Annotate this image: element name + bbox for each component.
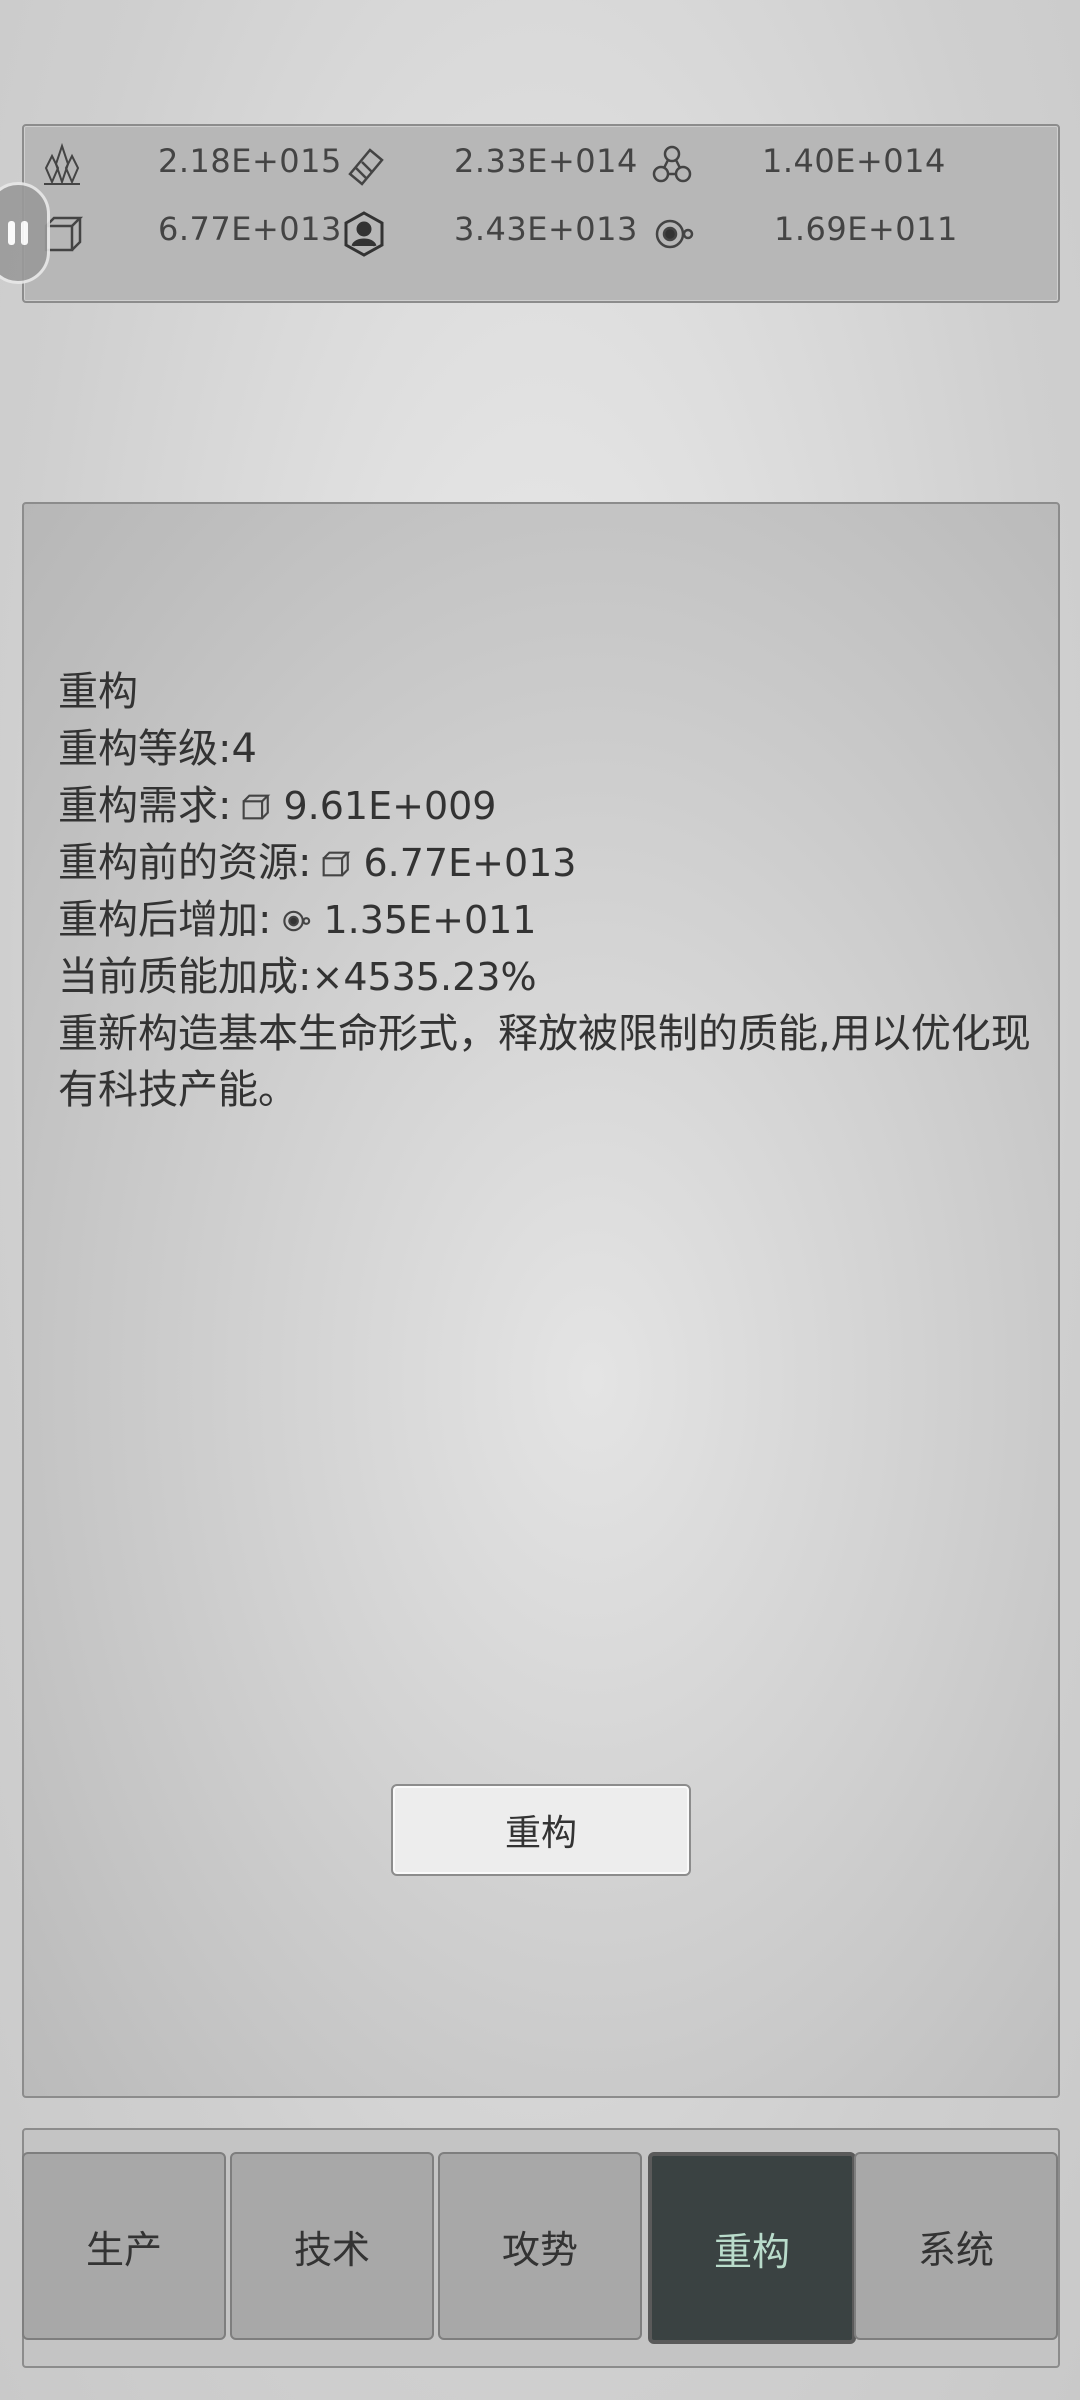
- resource-value: 2.18E+015: [158, 142, 342, 180]
- before-label: 重构前的资源:: [58, 840, 312, 886]
- eye-orbit-icon: [644, 206, 700, 262]
- resource-crystal: [34, 136, 90, 196]
- rebuild-level: 重构等级: 4: [58, 721, 1038, 778]
- level-value: 4: [231, 726, 257, 772]
- rebuild-description: 重新构造基本生命形式，释放被限制的质能,用以优化现有科技产能。: [58, 1011, 1031, 1113]
- requirement-value: 9.61E+009: [283, 784, 497, 828]
- bonus-label: 当前质能加成:: [58, 954, 312, 1000]
- bottom-nav: 生产 技术 攻势 重构 系统: [22, 2128, 1060, 2368]
- pause-icon: [8, 221, 28, 245]
- resource-value: 1.69E+011: [774, 210, 958, 248]
- rebuild-panel: 重构 重构等级: 4 重构需求: 9.61E+009 重构前的资源: 6.77E…: [22, 502, 1060, 2098]
- resource-panel: 2.18E+015 2.33E+014 1.40E+014 6.77E+013: [22, 124, 1060, 303]
- title-text: 重构: [58, 669, 138, 715]
- floating-pause-handle[interactable]: [0, 182, 50, 284]
- eye-orbit-icon: [275, 901, 315, 941]
- rebuild-button[interactable]: 重构: [391, 1784, 691, 1876]
- resource-person: [336, 204, 392, 264]
- rebuild-before: 重构前的资源: 6.77E+013: [58, 835, 1038, 892]
- cube-icon: [315, 844, 355, 884]
- resource-tag: [336, 136, 392, 196]
- rebuild-title: 重构: [58, 664, 1038, 721]
- level-label: 重构等级:: [58, 726, 232, 772]
- crystal-icon: [34, 138, 90, 194]
- requirement-label: 重构需求:: [58, 783, 232, 829]
- resource-eye-orbit: [644, 204, 700, 264]
- gain-value: 1.35E+011: [323, 898, 537, 942]
- resource-molecule: [644, 136, 700, 196]
- tab-system[interactable]: 系统: [854, 2152, 1058, 2340]
- rebuild-gain: 重构后增加: 1.35E+011: [58, 892, 1038, 949]
- before-value: 6.77E+013: [363, 841, 577, 885]
- rebuild-requirement: 重构需求: 9.61E+009: [58, 778, 1038, 835]
- rebuild-info: 重构 重构等级: 4 重构需求: 9.61E+009 重构前的资源: 6.77E…: [58, 664, 1038, 1118]
- tag-icon: [336, 138, 392, 194]
- rebuild-bonus: 当前质能加成: ×4535.23%: [58, 949, 1038, 1006]
- resource-value: 3.43E+013: [454, 210, 638, 248]
- resource-value: 1.40E+014: [762, 142, 946, 180]
- tab-technology[interactable]: 技术: [230, 2152, 434, 2340]
- bonus-value: ×4535.23%: [311, 955, 537, 999]
- cube-icon: [235, 787, 275, 827]
- tab-production[interactable]: 生产: [22, 2152, 226, 2340]
- gain-label: 重构后增加:: [58, 897, 272, 943]
- person-icon: [336, 206, 392, 262]
- tab-rebuild[interactable]: 重构: [648, 2152, 856, 2344]
- resource-value: 6.77E+013: [158, 210, 342, 248]
- molecule-icon: [644, 138, 700, 194]
- tab-offense[interactable]: 攻势: [438, 2152, 642, 2340]
- resource-value: 2.33E+014: [454, 142, 638, 180]
